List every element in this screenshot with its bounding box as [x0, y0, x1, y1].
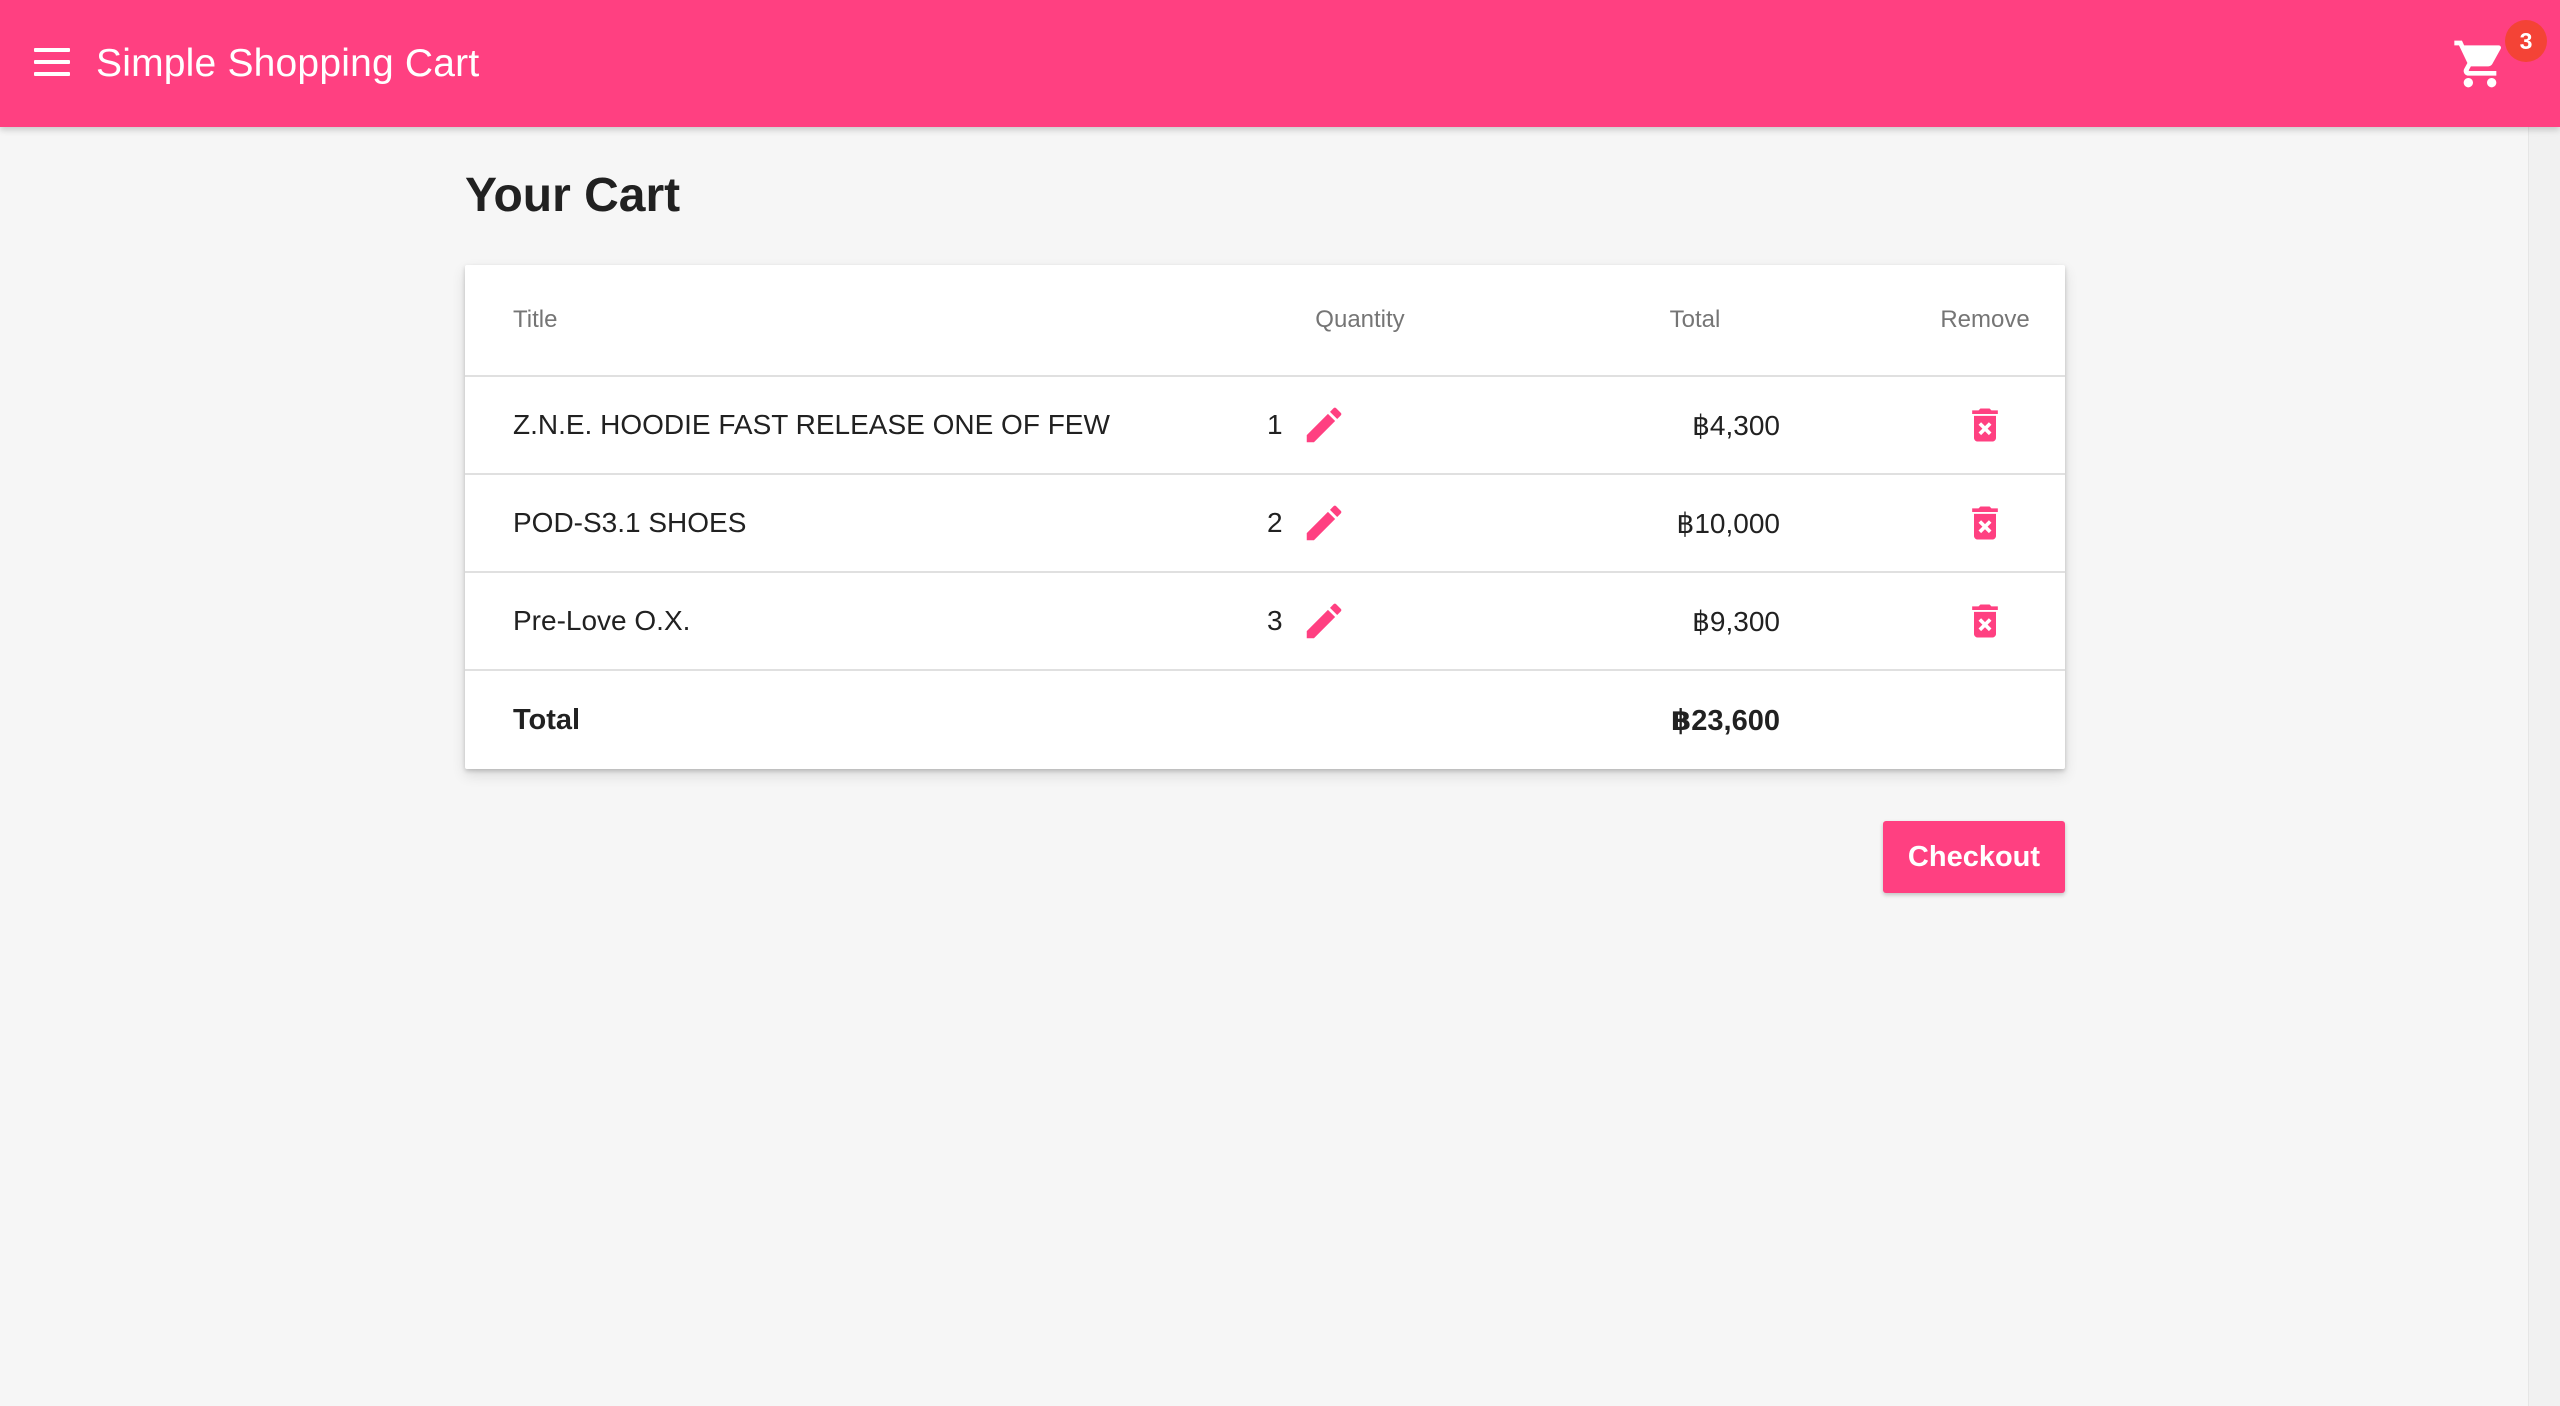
app-title: Simple Shopping Cart	[96, 42, 480, 85]
item-title: POD-S3.1 SHOES	[513, 507, 747, 538]
checkout-button[interactable]: Checkout	[1883, 821, 2065, 893]
app-bar: Simple Shopping Cart 3	[0, 0, 2560, 127]
remove-item	[1953, 377, 2017, 473]
table-row: POD-S3.1 SHOES 2 ฿10,000	[465, 475, 2065, 573]
item-title: Z.N.E. HOODIE FAST RELEASE ONE OF FEW	[513, 409, 1110, 440]
table-row: Z.N.E. HOODIE FAST RELEASE ONE OF FEW 1 …	[465, 377, 2065, 475]
header-total: Total	[1669, 306, 1721, 333]
item-total: ฿4,300	[1692, 409, 1780, 441]
header-remove: Remove	[1940, 306, 2030, 333]
total-label: Total	[513, 703, 581, 736]
total-amount: ฿23,600	[1671, 704, 1780, 737]
item-quantity: 2	[1267, 475, 1347, 571]
item-total: ฿9,300	[1692, 605, 1780, 637]
pencil-icon[interactable]	[1301, 598, 1347, 644]
item-title: Pre-Love O.X.	[513, 605, 691, 636]
quantity-value: 1	[1267, 409, 1283, 440]
item-quantity: 3	[1267, 573, 1347, 669]
pencil-icon[interactable]	[1301, 500, 1347, 546]
header-quantity: Quantity	[1315, 306, 1405, 333]
table-header-row: Title Quantity Total Remove	[465, 265, 2065, 377]
remove-item	[1953, 573, 2017, 669]
cart-count-badge: 3	[2505, 20, 2547, 62]
pencil-icon[interactable]	[1301, 402, 1347, 448]
scrollbar[interactable]	[2528, 127, 2560, 1406]
trash-x-icon[interactable]	[1963, 501, 2007, 545]
menu-icon[interactable]	[26, 42, 78, 86]
cart-table: Title Quantity Total Remove Z.N.E. HOODI…	[465, 265, 2065, 769]
quantity-value: 2	[1267, 507, 1283, 538]
trash-x-icon[interactable]	[1963, 599, 2007, 643]
item-quantity: 1	[1267, 377, 1347, 473]
quantity-value: 3	[1267, 605, 1283, 636]
table-total-row: Total ฿23,600	[465, 671, 2065, 769]
header-title: Title	[513, 306, 558, 333]
remove-item	[1953, 475, 2017, 571]
item-total: ฿10,000	[1676, 507, 1780, 539]
table-row: Pre-Love O.X. 3 ฿9,300	[465, 573, 2065, 671]
page-title: Your Cart	[465, 169, 681, 222]
trash-x-icon[interactable]	[1963, 403, 2007, 447]
shopping-cart-icon[interactable]	[2452, 36, 2508, 92]
